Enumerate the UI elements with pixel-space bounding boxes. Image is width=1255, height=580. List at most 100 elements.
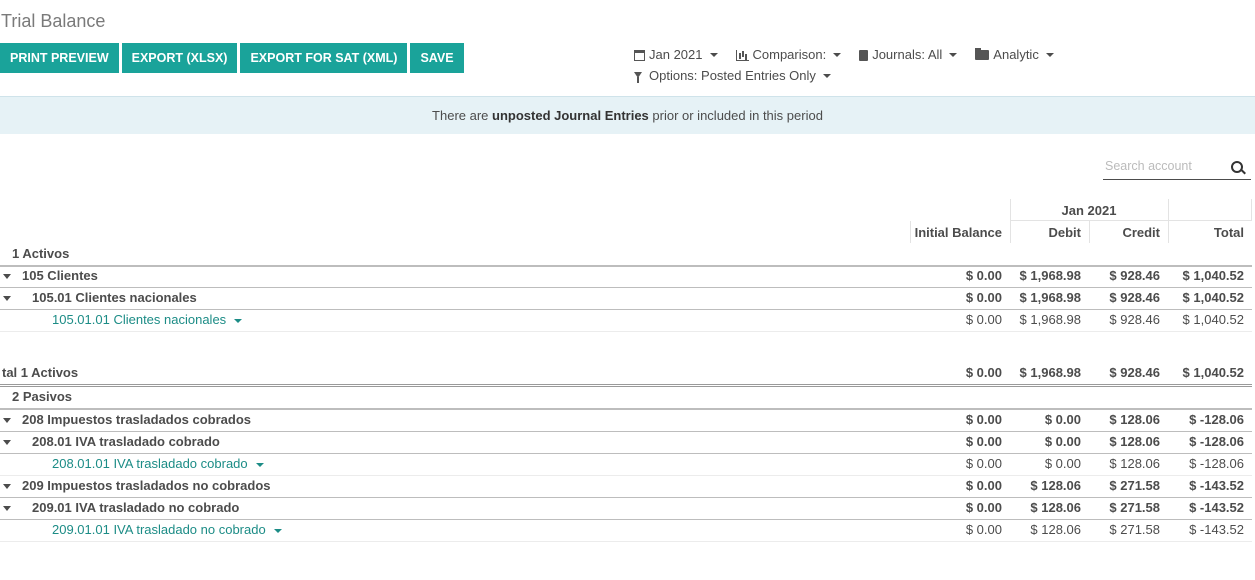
cell-credit: $ 128.06 — [1109, 434, 1160, 449]
table-row[interactable]: 105 Clientes $ 0.00 $ 1,968.98 $ 928.46 $ 1,… — [0, 265, 1252, 288]
cell-initial-balance: $ 0.00 — [965, 500, 1002, 515]
table-row[interactable]: 209.01 IVA trasladado no cobrado $ 0.00 $ … — [0, 497, 1252, 520]
table-row[interactable]: 209 Impuestos trasladados no cobrados $ 0… — [0, 475, 1252, 498]
period-header: Jan 2021 — [1061, 203, 1117, 218]
caret-down-icon[interactable] — [3, 296, 11, 301]
cell-credit: $ 928.46 — [1109, 268, 1160, 283]
options-filter-label: Options: Posted Entries Only — [649, 68, 816, 83]
journals-filter-label: Journals: All — [872, 47, 943, 62]
cell-credit: $ 271.58 — [1109, 478, 1160, 493]
cell-credit: $ 271.58 — [1109, 522, 1160, 537]
cell-debit: $ 1,968.98 — [1019, 268, 1081, 283]
caret-down-icon[interactable] — [3, 440, 11, 445]
cell-total: $ -143.52 — [1189, 500, 1244, 515]
export-xlsx-button[interactable]: EXPORT (XLSX) — [121, 43, 238, 73]
cell-debit: $ 1,968.98 — [1019, 290, 1081, 305]
chevron-down-icon[interactable] — [274, 529, 282, 533]
cell-debit: $ 128.06 — [1030, 500, 1081, 515]
analytic-filter[interactable]: Analytic — [975, 45, 1054, 65]
cell-total: $ 1,040.52 — [1182, 268, 1244, 283]
cell-credit: $ 928.46 — [1109, 365, 1160, 380]
date-filter[interactable]: Jan 2021 — [634, 45, 718, 65]
bar-chart-icon — [735, 49, 749, 61]
alert-text-pre: There are — [432, 108, 493, 123]
table-row: 2 Pasivos — [0, 386, 1252, 410]
cell-debit: $ 128.06 — [1030, 522, 1081, 537]
row-label: 105 Clientes — [22, 268, 98, 283]
cell-total: $ -128.06 — [1189, 412, 1244, 427]
caret-down-icon[interactable] — [3, 418, 11, 423]
account-link[interactable]: 208.01.01 IVA trasladado cobrado — [52, 453, 248, 475]
table-row[interactable]: 105.01 Clientes nacionales $ 0.00 $ 1,968.… — [0, 287, 1252, 310]
chevron-down-icon[interactable] — [234, 319, 242, 323]
row-label: 105.01 Clientes nacionales — [32, 290, 197, 305]
save-button[interactable]: SAVE — [410, 43, 464, 73]
calendar-icon — [634, 49, 645, 61]
chevron-down-icon — [949, 53, 958, 57]
cell-total: $ 1,040.52 — [1182, 290, 1244, 305]
book-icon — [859, 49, 869, 61]
journals-filter[interactable]: Journals: All — [859, 45, 958, 65]
cell-total: $ 1,040.52 — [1182, 312, 1244, 327]
col-initial-balance: Initial Balance — [914, 225, 1002, 240]
table-row[interactable]: 208 Impuestos trasladados cobrados $ 0.00… — [0, 409, 1252, 432]
cell-initial-balance: $ 0.00 — [965, 290, 1002, 305]
comparison-filter[interactable]: Comparison: — [735, 45, 842, 65]
caret-down-icon[interactable] — [3, 274, 11, 279]
cell-debit: $ 0.00 — [1044, 456, 1081, 471]
search-input[interactable] — [1103, 157, 1227, 175]
cell-debit: $ 1,968.98 — [1019, 365, 1081, 380]
unposted-entries-alert: There are unposted Journal Entries prior… — [0, 96, 1255, 134]
account-link[interactable]: 209.01.01 IVA trasladado no cobrado — [52, 519, 266, 541]
account-link[interactable]: 105.01.01 Clientes nacionales — [52, 309, 226, 331]
cell-initial-balance: $ 0.00 — [965, 412, 1002, 427]
cell-credit: $ 271.58 — [1109, 500, 1160, 515]
row-label: 208.01 IVA trasladado cobrado — [32, 434, 220, 449]
cell-debit: $ 1,968.98 — [1019, 312, 1081, 327]
row-label: 209 Impuestos trasladados no cobrados — [22, 478, 271, 493]
alert-text-post: prior or included in this period — [648, 108, 823, 123]
cell-credit: $ 928.46 — [1109, 290, 1160, 305]
row-label: 1 Activos — [12, 246, 70, 261]
export-sat-xml-button[interactable]: EXPORT FOR SAT (XML) — [240, 43, 408, 73]
cell-total: $ 1,040.52 — [1182, 365, 1244, 380]
alert-text-bold: unposted Journal Entries — [492, 108, 649, 123]
row-label: 208 Impuestos trasladados cobrados — [22, 412, 252, 427]
col-credit: Credit — [1122, 225, 1160, 240]
cell-total: $ -143.52 — [1189, 478, 1244, 493]
chevron-down-icon — [1045, 53, 1054, 57]
cell-credit: $ 128.06 — [1109, 412, 1160, 427]
filter-icon — [634, 72, 642, 83]
search-account — [1103, 157, 1251, 180]
caret-down-icon[interactable] — [3, 484, 11, 489]
cell-debit: $ 0.00 — [1044, 434, 1081, 449]
cell-debit: $ 128.06 — [1030, 478, 1081, 493]
folder-icon — [975, 48, 990, 60]
caret-down-icon[interactable] — [3, 506, 11, 511]
cell-total: $ -143.52 — [1189, 522, 1244, 537]
cell-initial-balance: $ 0.00 — [965, 268, 1002, 283]
print-preview-button[interactable]: PRINT PREVIEW — [0, 43, 119, 73]
row-label: tal 1 Activos — [2, 365, 79, 380]
options-filter[interactable]: Options: Posted Entries Only — [634, 66, 831, 86]
cell-initial-balance: $ 0.00 — [965, 365, 1002, 380]
cell-credit: $ 928.46 — [1109, 312, 1160, 327]
cell-total: $ -128.06 — [1189, 456, 1244, 471]
cell-initial-balance: $ 0.00 — [965, 478, 1002, 493]
table-row: tal 1 Activos $ 0.00 $ 1,968.98 $ 928.46 $ 1… — [0, 362, 1252, 387]
cell-debit: $ 0.00 — [1044, 412, 1081, 427]
comparison-filter-label: Comparison: — [752, 47, 827, 62]
row-label: 2 Pasivos — [12, 389, 72, 404]
analytic-filter-label: Analytic — [993, 47, 1039, 62]
chevron-down-icon — [709, 53, 718, 57]
table-row[interactable]: 209.01.01 IVA trasladado no cobrado $ 0.0… — [0, 519, 1252, 542]
chevron-down-icon[interactable] — [256, 463, 264, 467]
search-icon[interactable] — [1231, 161, 1243, 173]
table-row[interactable]: 208.01 IVA trasladado cobrado $ 0.00 $ 0.0… — [0, 431, 1252, 454]
cell-total: $ -128.06 — [1189, 434, 1244, 449]
cell-initial-balance: $ 0.00 — [965, 456, 1002, 471]
table-row[interactable]: 105.01.01 Clientes nacionales $ 0.00 $ 1,9… — [0, 309, 1252, 332]
table-row[interactable]: 208.01.01 IVA trasladado cobrado $ 0.00 $ … — [0, 453, 1252, 476]
chevron-down-icon — [822, 74, 831, 78]
date-filter-label: Jan 2021 — [649, 47, 703, 62]
